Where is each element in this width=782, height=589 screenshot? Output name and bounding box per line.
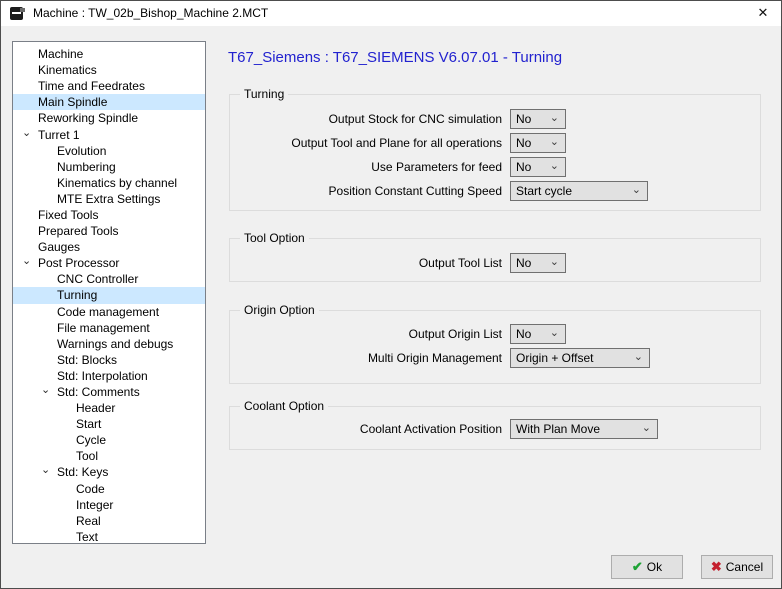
tree-item-cycle[interactable]: Cycle [13,432,205,448]
group-origin-option: Origin Option Output Origin List No ⌄ Mu… [229,310,761,384]
form-row: Use Parameters for feed No ⌄ [230,157,760,177]
ok-button[interactable]: ✔Ok [611,555,683,579]
selected-value: No [516,136,531,150]
tree-item-header[interactable]: Header [13,400,205,416]
x-icon: ✖ [711,559,722,574]
group-coolant-option: Coolant Option Coolant Activation Positi… [229,406,761,450]
group-tool-option: Tool Option Output Tool List No ⌄ [229,238,761,282]
chevron-down-icon[interactable]: ⌄ [41,382,57,398]
group-title: Tool Option [240,231,309,245]
selected-value: Origin + Offset [516,351,593,365]
chevron-down-icon: ⌄ [550,110,559,126]
form-row: Output Tool and Plane for all operations… [230,133,760,153]
tree-item-post-processor[interactable]: ⌄Post Processor [13,255,205,271]
chevron-down-icon: ⌄ [550,134,559,150]
chevron-down-icon[interactable]: ⌄ [22,125,38,141]
tree-item-fixed-tools[interactable]: Fixed Tools [13,207,205,223]
tree-item-turret-1[interactable]: ⌄Turret 1 [13,126,205,142]
chevron-down-icon[interactable]: ⌄ [41,462,57,478]
field-label: Coolant Activation Position [230,419,502,439]
cancel-button[interactable]: ✖Cancel [701,555,773,579]
tree-item-kinematics-by-channel[interactable]: Kinematics by channel [13,175,205,191]
check-icon: ✔ [632,559,643,574]
output-tool-list-select[interactable]: No ⌄ [510,253,566,273]
tree-item-machine[interactable]: Machine [13,46,205,62]
title-bar: Machine : TW_02b_Bishop_Machine 2.MCT ✕ [1,1,781,26]
machine-icon [10,7,23,20]
tree-item-time-and-feedrates[interactable]: Time and Feedrates [13,78,205,94]
group-title: Turning [240,87,288,101]
group-turning: Turning Output Stock for CNC simulation … [229,94,761,211]
selected-value: No [516,160,531,174]
tree-item-warnings-and-debugs[interactable]: Warnings and debugs [13,336,205,352]
field-label: Output Tool and Plane for all operations [230,133,502,153]
form-row: Position Constant Cutting Speed Start cy… [230,181,760,201]
use-parameters-for-feed-select[interactable]: No ⌄ [510,157,566,177]
tree-item-prepared-tools[interactable]: Prepared Tools [13,223,205,239]
tree-item-turning[interactable]: Turning [13,287,205,303]
output-tool-and-plane-select[interactable]: No ⌄ [510,133,566,153]
tree-item-std-comments[interactable]: ⌄Std: Comments [13,384,205,400]
selected-value: With Plan Move [516,422,600,436]
group-title: Coolant Option [240,399,328,413]
field-label: Use Parameters for feed [230,157,502,177]
tree-item-code[interactable]: Code [13,481,205,497]
tree-item-mte-extra-settings[interactable]: MTE Extra Settings [13,191,205,207]
settings-tree: Machine Kinematics Time and Feedrates Ma… [12,41,206,544]
group-title: Origin Option [240,303,319,317]
field-label: Output Tool List [230,253,502,273]
tree-item-start[interactable]: Start [13,416,205,432]
selected-value: Start cycle [516,184,572,198]
tree-item-kinematics[interactable]: Kinematics [13,62,205,78]
selected-value: No [516,256,531,270]
field-label: Output Stock for CNC simulation [230,109,502,129]
tree-item-code-management[interactable]: Code management [13,304,205,320]
tree-item-file-management[interactable]: File management [13,320,205,336]
form-row: Coolant Activation Position With Plan Mo… [230,419,760,439]
field-label: Multi Origin Management [230,348,502,368]
chevron-down-icon[interactable]: ⌄ [22,253,38,269]
chevron-down-icon: ⌄ [634,349,643,365]
tree-item-std-keys[interactable]: ⌄Std: Keys [13,464,205,480]
field-label: Position Constant Cutting Speed [230,181,502,201]
chevron-down-icon: ⌄ [550,254,559,270]
tree-item-gauges[interactable]: Gauges [13,239,205,255]
tree-item-reworking-spindle[interactable]: Reworking Spindle [13,110,205,126]
tree-item-text[interactable]: Text [13,529,205,544]
selected-value: No [516,327,531,341]
page-title: T67_Siemens : T67_SIEMENS V6.07.01 - Tur… [228,49,562,66]
form-row: Multi Origin Management Origin + Offset … [230,348,760,368]
chevron-down-icon: ⌄ [632,182,641,198]
form-row: Output Origin List No ⌄ [230,324,760,344]
chevron-down-icon: ⌄ [550,325,559,341]
tree-item-evolution[interactable]: Evolution [13,143,205,159]
form-row: Output Tool List No ⌄ [230,253,760,273]
tree-item-cnc-controller[interactable]: CNC Controller [13,271,205,287]
window-title: Machine : TW_02b_Bishop_Machine 2.MCT [33,6,268,20]
tree-item-std-blocks[interactable]: Std: Blocks [13,352,205,368]
field-label: Output Origin List [230,324,502,344]
machine-dialog: Machine : TW_02b_Bishop_Machine 2.MCT ✕ … [0,0,782,589]
tree-item-integer[interactable]: Integer [13,497,205,513]
tree-item-numbering[interactable]: Numbering [13,159,205,175]
chevron-down-icon: ⌄ [550,158,559,174]
form-row: Output Stock for CNC simulation No ⌄ [230,109,760,129]
position-constant-cutting-speed-select[interactable]: Start cycle ⌄ [510,181,648,201]
multi-origin-management-select[interactable]: Origin + Offset ⌄ [510,348,650,368]
close-icon[interactable]: ✕ [754,4,772,22]
tree-item-main-spindle[interactable]: Main Spindle [13,94,205,110]
selected-value: No [516,112,531,126]
output-origin-list-select[interactable]: No ⌄ [510,324,566,344]
chevron-down-icon: ⌄ [642,420,651,436]
tree-item-real[interactable]: Real [13,513,205,529]
output-stock-for-cnc-simulation-select[interactable]: No ⌄ [510,109,566,129]
coolant-activation-position-select[interactable]: With Plan Move ⌄ [510,419,658,439]
